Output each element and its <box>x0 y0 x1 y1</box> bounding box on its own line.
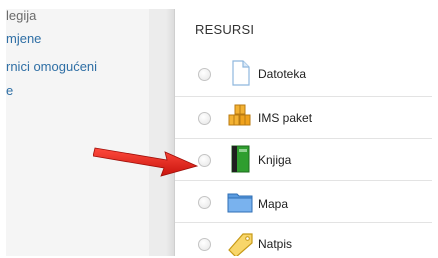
folder-icon <box>225 187 255 217</box>
resource-item-ims-paket[interactable]: IMS paket <box>175 96 432 139</box>
resource-label-knjiga: Knjiga <box>258 153 292 167</box>
radio-natpis[interactable] <box>198 238 211 251</box>
nav-link-mjene[interactable]: mjene <box>6 31 41 46</box>
screenshot-frame: legija mjene rnici omogućeni e RESURSI D… <box>6 9 432 256</box>
book-icon <box>225 144 255 174</box>
resource-item-mapa[interactable]: Mapa <box>175 180 432 223</box>
file-icon <box>225 58 255 88</box>
resource-label-ims-paket: IMS paket <box>258 111 313 125</box>
radio-mapa[interactable] <box>198 196 211 209</box>
resource-label-natpis: Natpis <box>258 237 293 251</box>
resource-item-datoteka[interactable]: Datoteka <box>175 53 432 95</box>
activity-chooser-panel: RESURSI Datoteka IMS paket Knjiga Mapa N… <box>174 9 432 256</box>
resource-item-knjiga[interactable]: Knjiga <box>175 138 432 181</box>
page-background <box>149 9 174 256</box>
nav-link-e[interactable]: e <box>6 83 13 98</box>
ims-package-icon <box>225 102 255 132</box>
nav-link-omoguceni[interactable]: rnici omogućeni <box>6 59 97 74</box>
radio-datoteka[interactable] <box>198 68 211 81</box>
course-navigation: legija mjene rnici omogućeni e <box>6 9 149 256</box>
resource-label-mapa: Mapa <box>258 197 289 211</box>
label-tag-icon <box>225 228 255 256</box>
nav-link-legija[interactable]: legija <box>6 9 36 23</box>
resource-label-datoteka: Datoteka <box>258 67 307 81</box>
resource-item-natpis[interactable]: Natpis <box>175 222 432 256</box>
section-title-resources: RESURSI <box>195 22 255 37</box>
red-arrow-icon <box>93 147 199 177</box>
radio-ims-paket[interactable] <box>198 112 211 125</box>
panel-shadow <box>166 9 174 256</box>
